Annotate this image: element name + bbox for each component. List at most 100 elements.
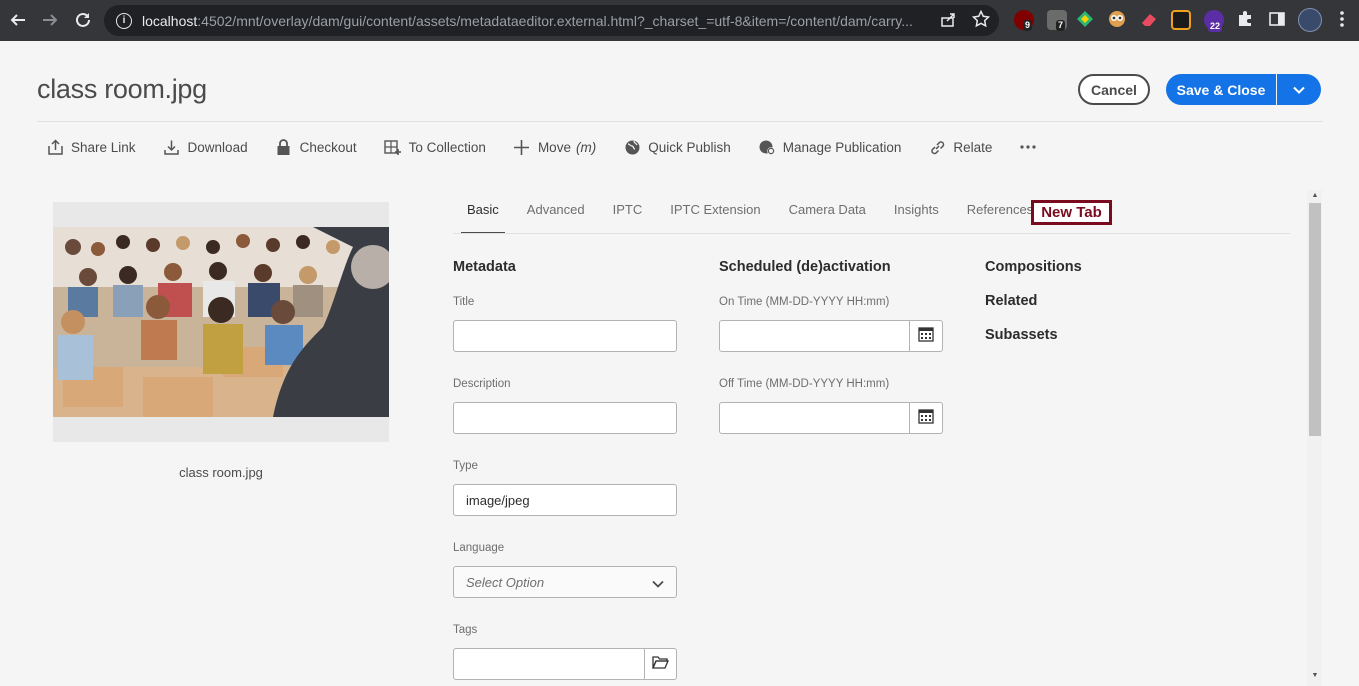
metadata-tabs: Basic Advanced IPTC IPTC Extension Camer…	[453, 200, 1047, 234]
tab-iptc[interactable]: IPTC	[599, 200, 657, 234]
tags-browse-button[interactable]	[645, 648, 677, 680]
share-link-button[interactable]: Share Link	[46, 138, 136, 156]
off-time-field	[719, 402, 943, 434]
tab-camera-data[interactable]: Camera Data	[775, 200, 880, 234]
share-page-icon[interactable]	[940, 11, 957, 32]
manage-publication-icon	[758, 138, 776, 156]
reload-icon[interactable]	[71, 8, 95, 32]
tab-new-tab[interactable]: New Tab	[1031, 200, 1112, 225]
more-actions-button[interactable]	[1019, 138, 1044, 156]
action-label: Quick Publish	[648, 139, 731, 155]
related-link[interactable]: Related	[985, 293, 1037, 309]
action-label: Relate	[953, 139, 993, 155]
download-button[interactable]: Download	[163, 138, 248, 156]
tab-iptc-extension[interactable]: IPTC Extension	[656, 200, 774, 234]
link-icon	[928, 138, 946, 156]
move-shortcut: (m)	[575, 139, 597, 155]
bookmark-star-icon[interactable]	[971, 9, 991, 32]
checkout-button[interactable]: Checkout	[275, 138, 357, 156]
compositions-link[interactable]: Compositions	[985, 259, 1082, 275]
off-time-calendar-button[interactable]	[910, 402, 943, 434]
asset-caption: class room.jpg	[179, 465, 263, 480]
on-time-calendar-button[interactable]	[910, 320, 943, 352]
extension-icon-6[interactable]	[1171, 10, 1191, 30]
extension-icon-2[interactable]: 7	[1047, 10, 1067, 31]
save-options-dropdown-button[interactable]	[1277, 74, 1321, 105]
language-label: Language	[453, 542, 505, 554]
type-label: Type	[453, 460, 478, 472]
asset-thumbnail	[53, 227, 389, 417]
save-close-button[interactable]: Save & Close	[1166, 74, 1276, 105]
browser-toolbar: i localhost:4502/mnt/overlay/dam/gui/con…	[0, 0, 1359, 41]
tags-field	[453, 648, 677, 680]
extension-icon-3[interactable]	[1076, 10, 1096, 30]
off-time-input[interactable]	[719, 402, 910, 434]
profile-avatar-icon[interactable]	[1298, 8, 1322, 32]
scheduled-heading: Scheduled (de)activation	[719, 259, 891, 275]
calendar-icon	[918, 326, 934, 347]
type-field[interactable]: image/jpeg	[453, 484, 677, 516]
share-icon	[46, 138, 64, 156]
action-label: Share Link	[71, 139, 136, 155]
language-select-value: Select Option	[466, 574, 545, 590]
extension-badge: 9	[1023, 20, 1033, 31]
chevron-down-icon	[652, 576, 664, 591]
calendar-icon	[918, 408, 934, 429]
page-title: class room.jpg	[37, 74, 207, 104]
title-label: Title	[453, 296, 475, 308]
to-collection-button[interactable]: To Collection	[383, 138, 486, 156]
extension-icon-4[interactable]	[1107, 10, 1127, 30]
browser-menu-icon[interactable]	[1334, 10, 1354, 30]
move-button[interactable]: Move (m)	[513, 138, 596, 156]
tabs-divider	[453, 233, 1290, 234]
tab-advanced[interactable]: Advanced	[513, 200, 599, 234]
extension-icon-7[interactable]: 22	[1204, 10, 1224, 32]
header-divider	[37, 121, 1323, 122]
manage-publication-button[interactable]: Manage Publication	[758, 138, 902, 156]
extensions-puzzle-icon[interactable]	[1236, 10, 1256, 30]
tab-basic[interactable]: Basic	[453, 200, 513, 234]
action-bar: Share Link Download Checkout To Collecti…	[46, 136, 1071, 158]
site-info-icon[interactable]: i	[116, 12, 132, 29]
ublock-extension-icon[interactable]: 9	[1014, 10, 1034, 31]
action-label: Manage Publication	[782, 139, 902, 155]
action-label: To Collection	[408, 139, 486, 155]
url-text[interactable]: localhost:4502/mnt/overlay/dam/gui/conte…	[142, 13, 932, 29]
description-field[interactable]	[453, 402, 677, 434]
globe-icon	[623, 138, 641, 156]
off-time-label: Off Time (MM-DD-YYYY HH:mm)	[719, 378, 890, 390]
description-label: Description	[453, 378, 511, 390]
extension-badge: 7	[1056, 20, 1066, 31]
language-select[interactable]: Select Option	[453, 566, 677, 598]
side-panel-icon[interactable]	[1268, 10, 1288, 30]
relate-button[interactable]: Relate	[928, 138, 992, 156]
metadata-heading: Metadata	[453, 259, 516, 275]
on-time-input[interactable]	[719, 320, 910, 352]
scroll-down-arrow[interactable]: ▼	[1309, 671, 1321, 681]
move-icon	[513, 138, 531, 156]
extension-badge: 22	[1208, 21, 1223, 32]
folder-icon	[652, 655, 669, 674]
collection-icon	[383, 138, 402, 156]
lock-icon	[275, 138, 293, 156]
action-label: Checkout	[299, 139, 357, 155]
eraser-extension-icon[interactable]	[1139, 10, 1159, 30]
address-bar[interactable]: i localhost:4502/mnt/overlay/dam/gui/con…	[104, 5, 999, 36]
scroll-up-arrow[interactable]: ▲	[1309, 191, 1321, 201]
scrollbar-thumb[interactable]	[1309, 203, 1321, 436]
quick-publish-button[interactable]: Quick Publish	[623, 138, 731, 156]
tags-label: Tags	[453, 624, 478, 636]
chevron-down-icon	[1293, 81, 1305, 99]
back-icon[interactable]	[6, 8, 30, 32]
subassets-link[interactable]: Subassets	[985, 327, 1058, 343]
more-icon	[1019, 138, 1037, 156]
on-time-label: On Time (MM-DD-YYYY HH:mm)	[719, 296, 890, 308]
forward-icon[interactable]	[38, 8, 62, 32]
action-label: Download	[187, 139, 248, 155]
tab-insights[interactable]: Insights	[880, 200, 953, 234]
title-field[interactable]	[453, 320, 677, 352]
download-icon	[163, 138, 181, 156]
cancel-button[interactable]: Cancel	[1078, 74, 1150, 105]
on-time-field	[719, 320, 943, 352]
tags-input[interactable]	[453, 648, 645, 680]
